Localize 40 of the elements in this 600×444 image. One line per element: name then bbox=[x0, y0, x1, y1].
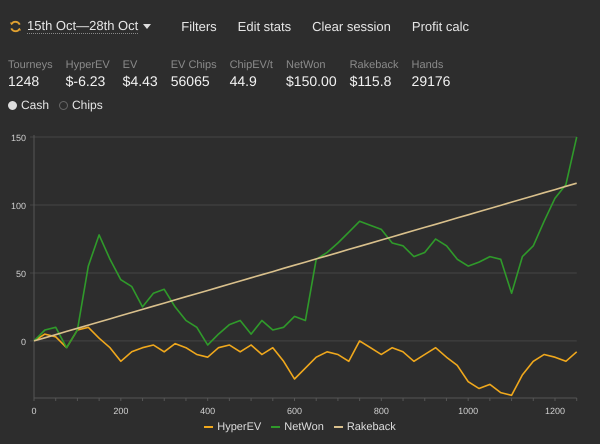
legend-label: HyperEV bbox=[217, 421, 262, 433]
radio-label[interactable]: Chips bbox=[72, 98, 103, 112]
menu-button[interactable]: Edit stats bbox=[238, 18, 292, 34]
date-range-dropdown[interactable]: 15th Oct—28th Oct bbox=[27, 18, 138, 34]
stat-value: $150.00 bbox=[286, 73, 337, 89]
y-tick-label: 50 bbox=[16, 268, 26, 279]
caret-icon[interactable] bbox=[143, 24, 152, 28]
stat-label: ChipEV/t bbox=[230, 59, 273, 71]
stat-label: Tourneys bbox=[8, 59, 53, 71]
refresh-icon[interactable] bbox=[9, 20, 22, 32]
menu-button[interactable]: Clear session bbox=[312, 18, 391, 34]
x-tick-label: 1000 bbox=[458, 406, 478, 416]
x-tick-label: 200 bbox=[113, 406, 128, 416]
radio-label[interactable]: Cash bbox=[21, 98, 50, 112]
radio-button[interactable] bbox=[59, 100, 68, 110]
legend-label: NetWon bbox=[284, 421, 324, 433]
stat-label: HyperEV bbox=[66, 59, 110, 71]
x-tick-label: 0 bbox=[32, 406, 36, 416]
stat-value: $4.43 bbox=[122, 73, 158, 89]
stat-value: $115.8 bbox=[350, 73, 392, 89]
x-tick-label: 600 bbox=[286, 406, 302, 416]
x-tick-label: 800 bbox=[374, 406, 389, 416]
stat-label: NetWon bbox=[286, 59, 327, 71]
menu-button[interactable]: Profit calc bbox=[412, 18, 469, 34]
y-tick-label: 100 bbox=[10, 200, 26, 211]
stat-value: 44.9 bbox=[230, 73, 258, 89]
x-tick-label: 1200 bbox=[544, 406, 566, 416]
menu-button[interactable]: Filters bbox=[181, 18, 217, 34]
y-tick-label: 0 bbox=[20, 336, 26, 347]
x-tick-label: 400 bbox=[200, 406, 216, 416]
stat-value: $-6.23 bbox=[66, 73, 106, 89]
stat-label: EV bbox=[122, 59, 138, 71]
y-tick-label: 150 bbox=[10, 133, 26, 143]
legend-label: Rakeback bbox=[346, 421, 396, 433]
stat-label: EV Chips bbox=[170, 59, 217, 71]
stat-value: 1248 bbox=[8, 73, 40, 89]
stat-label: Hands bbox=[412, 59, 444, 71]
stat-value: 29176 bbox=[412, 73, 450, 89]
stat-label: Rakeback bbox=[350, 59, 399, 71]
stat-value: 56065 bbox=[170, 73, 211, 89]
